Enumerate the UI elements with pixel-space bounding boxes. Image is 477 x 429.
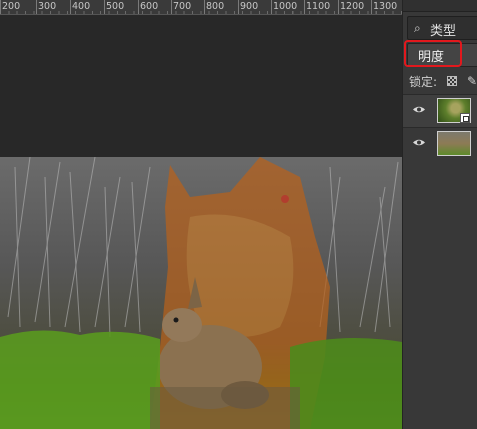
ruler-label: 400 <box>72 1 91 12</box>
ruler-label: 600 <box>140 1 159 12</box>
red-highlight-box <box>404 40 462 67</box>
filter-kind-label: 类型 <box>430 24 457 39</box>
layer-thumbnail-rabbit <box>437 131 471 156</box>
ruler-label: 500 <box>106 1 125 12</box>
search-icon: ⌕ <box>414 21 421 35</box>
ruler-label: 800 <box>206 1 225 12</box>
layer-filter-dropdown[interactable]: ⌕ 类型 <box>407 16 477 40</box>
horizontal-ruler[interactable]: 200 300 400 500 600 700 800 900 1000 110… <box>0 0 402 15</box>
document-image[interactable] <box>0 157 402 429</box>
ruler-label: 1200 <box>340 1 365 12</box>
layer-row-rabbit[interactable] <box>403 127 477 160</box>
lock-image-pixels-icon[interactable]: ✎ <box>467 74 477 88</box>
lock-row: 锁定: ✎ <box>403 70 477 92</box>
canvas-area[interactable] <box>0 15 402 429</box>
ruler-label: 1000 <box>273 1 298 12</box>
composite-photo <box>0 157 402 429</box>
layers-panel: ⌕ 类型 明度 锁定: ✎ <box>402 0 477 429</box>
workspace: 200 300 400 500 600 700 800 900 1000 110… <box>0 0 402 429</box>
ruler-label: 300 <box>38 1 57 12</box>
ruler-label: 200 <box>2 1 21 12</box>
smart-object-icon <box>460 113 470 123</box>
ruler-label: 1100 <box>306 1 331 12</box>
panel-tabs <box>403 0 477 12</box>
lock-transparent-pixels-icon[interactable] <box>447 76 457 86</box>
layer-row-cat[interactable] <box>403 94 477 127</box>
ruler-label: 700 <box>173 1 192 12</box>
ruler-label: 1300 <box>373 1 398 12</box>
lock-label: 锁定: <box>409 75 438 89</box>
visibility-eye-icon[interactable] <box>413 138 425 147</box>
visibility-eye-icon[interactable] <box>413 105 425 114</box>
ruler-label: 900 <box>240 1 259 12</box>
